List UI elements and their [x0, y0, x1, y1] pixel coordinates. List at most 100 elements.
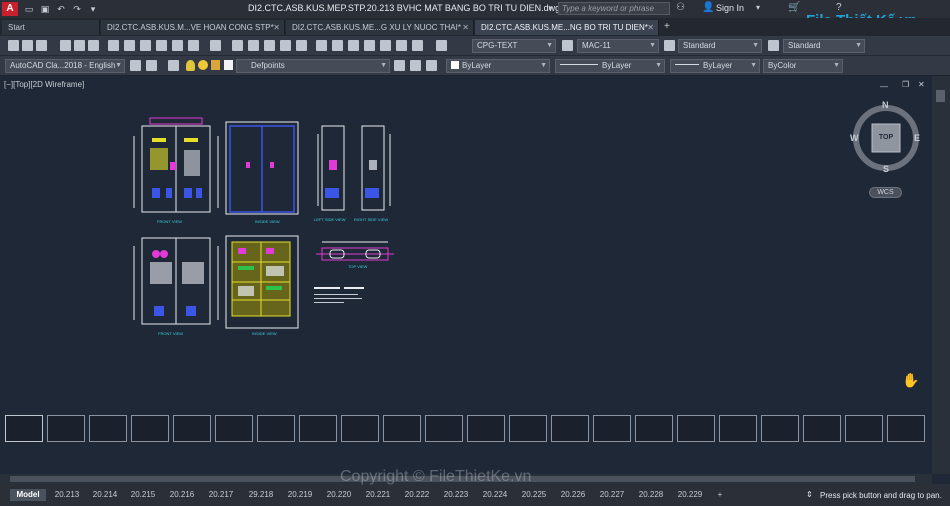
search-expand-icon[interactable]: ▸	[549, 3, 553, 12]
layout-thumbnail[interactable]	[341, 415, 379, 442]
tab-layout[interactable]: 20.224	[478, 489, 512, 501]
paste-icon[interactable]	[140, 40, 151, 51]
layout-thumbnail[interactable]	[761, 415, 799, 442]
text-style-select[interactable]: CPG-TEXT ▼	[472, 39, 556, 53]
layer-properties-icon[interactable]	[168, 60, 179, 71]
layout-thumbnail[interactable]	[425, 415, 463, 442]
layout-thumbnail[interactable]	[887, 415, 925, 442]
block-editor-icon[interactable]	[172, 40, 183, 51]
layout-thumbnail[interactable]	[383, 415, 421, 442]
tab-layout[interactable]: 20.225	[517, 489, 551, 501]
tab-layout[interactable]: 20.226	[556, 489, 590, 501]
layer-select[interactable]: Defpoints ▼	[236, 59, 390, 73]
layer-on-icon[interactable]	[186, 60, 195, 71]
tool-palettes-icon[interactable]	[348, 40, 359, 51]
help-button-icon[interactable]	[412, 40, 423, 51]
layout-thumbnail[interactable]	[467, 415, 505, 442]
workspace-select[interactable]: AutoCAD Cla...2018 - English ▼	[5, 59, 125, 73]
layer-freeze-icon[interactable]	[198, 60, 208, 70]
wcs-menu[interactable]: WCS	[869, 187, 902, 198]
redo-button-icon[interactable]	[210, 40, 221, 51]
plotstyle-select[interactable]: ByColor ▼	[763, 59, 843, 73]
mleader-style-select[interactable]: Standard ▼	[783, 39, 865, 53]
dim-style-icon[interactable]	[562, 40, 573, 51]
cart-icon[interactable]: 🛒	[788, 2, 800, 13]
layout-thumbnail[interactable]	[551, 415, 589, 442]
tab-file-1[interactable]: DI2.CTC.ASB.KUS.M...VE HOAN CONG STP* ✕	[101, 20, 285, 35]
layout-thumbnail[interactable]	[803, 415, 841, 442]
tab-layout[interactable]: 20.217	[204, 489, 238, 501]
design-center-icon[interactable]	[332, 40, 343, 51]
new-tab-icon[interactable]: +	[664, 21, 670, 32]
tab-layout[interactable]: 20.221	[361, 489, 395, 501]
layout-thumbnail[interactable]	[47, 415, 85, 442]
tab-model[interactable]: Model	[10, 489, 46, 501]
table-style-select[interactable]: Standard ▼	[678, 39, 762, 53]
layout-thumbnail[interactable]	[257, 415, 295, 442]
dim-style-select[interactable]: MAC-11 ▼	[577, 39, 659, 53]
vertical-scroll-thumb[interactable]	[936, 90, 945, 102]
layout-thumbnail[interactable]	[89, 415, 127, 442]
binoculars-icon[interactable]: ⚇	[676, 2, 685, 13]
undo-button-icon[interactable]	[188, 40, 199, 51]
layout-thumbnail[interactable]	[299, 415, 337, 442]
tab-layout[interactable]: 20.219	[283, 489, 317, 501]
redo-icon[interactable]: ↷	[70, 3, 84, 15]
workspace-settings-icon[interactable]	[130, 60, 141, 71]
viewcube[interactable]: N S E W TOP	[848, 98, 924, 178]
layout-thumbnail[interactable]	[635, 415, 673, 442]
undo-icon[interactable]: ↶	[54, 3, 68, 15]
copy-icon[interactable]	[124, 40, 135, 51]
layer-previous-icon[interactable]	[410, 60, 421, 71]
zoom-extents-icon[interactable]	[296, 40, 307, 51]
table-style-icon[interactable]	[664, 40, 675, 51]
compass-east[interactable]: E	[914, 133, 920, 143]
zoom-window-icon[interactable]	[264, 40, 275, 51]
zoom-realtime-icon[interactable]	[248, 40, 259, 51]
markup-icon[interactable]	[380, 40, 391, 51]
sign-in-dropdown-icon[interactable]: ▾	[756, 3, 760, 12]
make-current-layer-icon[interactable]	[394, 60, 405, 71]
match-properties-icon[interactable]	[156, 40, 167, 51]
tab-layout[interactable]: 20.214	[88, 489, 122, 501]
add-layout-icon[interactable]: +	[714, 489, 726, 501]
tab-layout[interactable]: 20.220	[322, 489, 356, 501]
close-icon[interactable]: ✕	[273, 20, 280, 35]
layer-color-icon[interactable]	[224, 60, 233, 70]
layout-thumbnail[interactable]	[593, 415, 631, 442]
lineweight-select[interactable]: ByLayer ▼	[670, 59, 760, 73]
open-icon[interactable]: ▭	[22, 3, 36, 15]
compass-north[interactable]: N	[882, 100, 889, 110]
sign-in-link[interactable]: Sign In	[716, 3, 744, 13]
compass-south[interactable]: S	[883, 164, 889, 174]
quickcalc-icon[interactable]	[396, 40, 407, 51]
tab-layout[interactable]: 20.228	[634, 489, 668, 501]
publish-icon[interactable]	[88, 40, 99, 51]
layout-thumbnail[interactable]	[719, 415, 757, 442]
properties-icon[interactable]	[316, 40, 327, 51]
tab-layout[interactable]: 20.216	[165, 489, 199, 501]
clean-screen-icon[interactable]	[146, 60, 157, 71]
sheet-set-icon[interactable]	[364, 40, 375, 51]
close-icon[interactable]: ✕	[647, 20, 654, 35]
app-logo[interactable]: A	[2, 2, 18, 16]
tab-layout[interactable]: 20.213	[50, 489, 84, 501]
save-icon[interactable]: ▣	[38, 3, 52, 15]
layout-thumbnail[interactable]	[677, 415, 715, 442]
layout-thumbnail[interactable]	[215, 415, 253, 442]
save-file-icon[interactable]	[36, 40, 47, 51]
tab-layout[interactable]: 20.229	[673, 489, 707, 501]
vertical-scrollbar[interactable]	[932, 76, 950, 474]
text-style-icon[interactable]	[436, 40, 447, 51]
tab-start[interactable]: Start	[2, 20, 100, 35]
layout-thumbnail[interactable]	[131, 415, 169, 442]
search-input[interactable]: Type a keyword or phrase	[558, 2, 670, 15]
layout-thumbnail[interactable]	[845, 415, 883, 442]
plot-preview-icon[interactable]	[74, 40, 85, 51]
layout-thumbnail[interactable]	[5, 415, 43, 442]
layer-lock-icon[interactable]	[211, 60, 220, 70]
new-icon[interactable]	[8, 40, 19, 51]
plot-icon[interactable]	[60, 40, 71, 51]
viewcube-top-face[interactable]: TOP	[876, 134, 896, 141]
user-icon[interactable]: 👤	[702, 2, 714, 13]
